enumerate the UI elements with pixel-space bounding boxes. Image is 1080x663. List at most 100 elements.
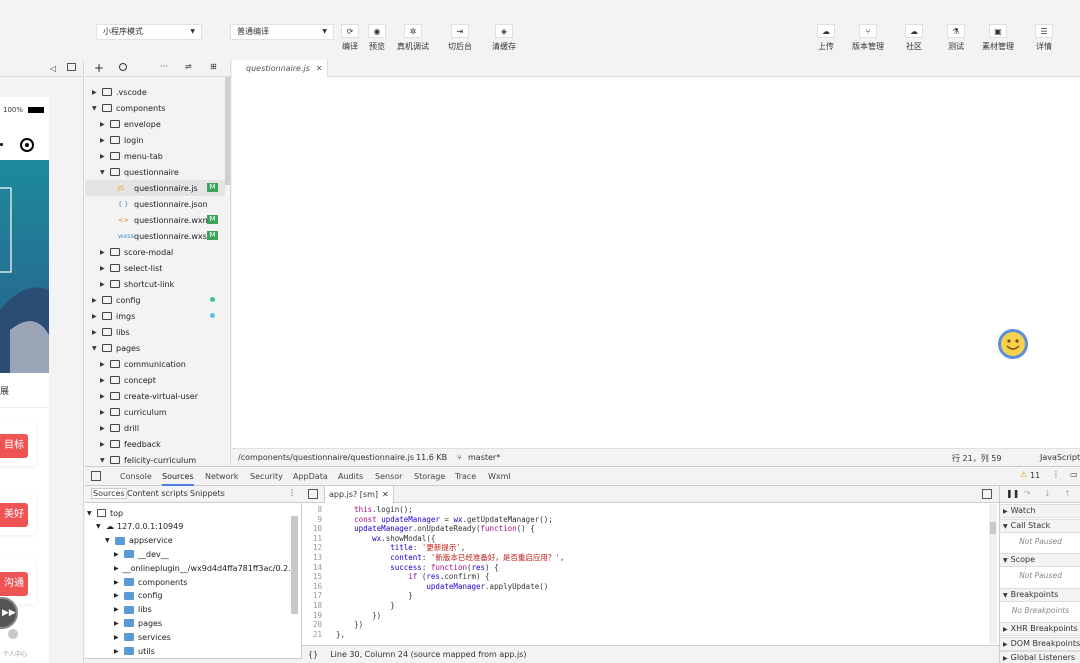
source-tree-item[interactable]: ▶ __onlineplugin__/wx9d4d4ffa781ff3ac/0.2…	[85, 561, 290, 575]
code-line[interactable]: 11 wx.showModal({	[302, 534, 435, 544]
speaker-icon[interactable]: ◁	[50, 64, 56, 73]
devtools-tab-security[interactable]: Security	[250, 467, 283, 486]
code-line[interactable]: 14 success: function(res) {	[302, 563, 499, 573]
tree-item-select-list[interactable]: ▶ select-list	[85, 260, 225, 276]
toolbar-button-4[interactable]: ◈ 清缓存	[486, 24, 522, 54]
step-over-icon[interactable]: ↷	[1024, 489, 1031, 498]
toolbar-right-button-0[interactable]: ☁ 上传	[808, 24, 844, 54]
caret-right-icon[interactable]: ▶	[100, 393, 110, 400]
tree-item-config[interactable]: ▶ config	[85, 292, 225, 308]
caret-right-icon[interactable]: ▶	[92, 313, 102, 320]
debug-section-watch[interactable]: ▶ Watch	[1000, 504, 1080, 518]
sort-icon[interactable]: ⇌	[185, 62, 192, 71]
tree-item-curriculum[interactable]: ▶ curriculum	[85, 404, 225, 420]
toolbar-right-button-1[interactable]: ⑂ 版本管理	[850, 24, 886, 54]
caret-down-icon[interactable]: ▶	[114, 579, 124, 586]
inspect-icon[interactable]	[91, 471, 101, 481]
nice-card[interactable]: 美好	[0, 491, 36, 535]
caret-down-icon[interactable]: ▼	[96, 523, 106, 530]
tree-item-menu-tab[interactable]: ▶ menu-tab	[85, 148, 225, 164]
code-tab-active[interactable]: app.js? [sm] ✕	[324, 486, 394, 503]
explorer-scrollbar[interactable]	[225, 77, 230, 185]
caret-right-icon[interactable]: ▶	[100, 137, 110, 144]
debug-section-scope[interactable]: ▼ Scope	[1000, 553, 1080, 567]
caret-down-icon[interactable]: ▼	[100, 169, 110, 176]
toolbar-button-3[interactable]: ⇥ 切后台	[442, 24, 478, 54]
tree-item-feedback[interactable]: ▶ feedback	[85, 436, 225, 452]
tree-item-pages[interactable]: ▼ pages	[85, 340, 225, 356]
close-icon[interactable]: ✕	[316, 64, 323, 73]
toolbar-button-1[interactable]: ◉ 预览	[359, 24, 395, 54]
caret-right-icon[interactable]: ▶	[100, 281, 110, 288]
code-line[interactable]: 10 updateManager.onUpdateReady(function(…	[302, 524, 535, 534]
sources-subtab-2[interactable]: Snippets	[190, 489, 225, 498]
step-into-icon[interactable]: ↓	[1044, 489, 1051, 498]
line-number[interactable]: 20	[302, 620, 322, 630]
line-number[interactable]: 14	[302, 563, 322, 573]
tree-item-score-modal[interactable]: ▶ score-modal	[85, 244, 225, 260]
source-tree-item[interactable]: ▶ utils	[85, 644, 290, 658]
line-number[interactable]: 19	[302, 611, 322, 621]
pause-icon[interactable]: ❚❚	[1006, 489, 1019, 498]
source-tree-item[interactable]: ▼ ☁ 127.0.0.1:10949	[85, 520, 290, 534]
tree-item-login[interactable]: ▶ login	[85, 132, 225, 148]
devtools-tab-storage[interactable]: Storage	[414, 467, 445, 486]
split-icon[interactable]: ⊞	[210, 62, 217, 71]
tree-item-questionnaire[interactable]: ▼ questionnaire	[85, 164, 225, 180]
line-number[interactable]: 8	[302, 505, 322, 515]
toolbar-right-button-3[interactable]: ⚗ 测试	[938, 24, 974, 54]
devtools-tab-sources[interactable]: Sources	[162, 467, 194, 486]
toggle-navigator-icon[interactable]	[308, 489, 318, 499]
tree-item--vscode[interactable]: ▶ .vscode	[85, 84, 225, 100]
tab-label-profile[interactable]: 个人中心	[3, 649, 27, 658]
code-lines[interactable]: 8 this.login(); 9 const updateManager = w…	[302, 505, 988, 643]
source-tree-item[interactable]: ▶ pages	[85, 616, 290, 630]
warning-count[interactable]: 11	[1030, 471, 1040, 480]
code-line[interactable]: 9 const updateManager = wx.getUpdateMana…	[302, 515, 552, 525]
toolbar-right-button-2[interactable]: ☁ 社区	[896, 24, 932, 54]
caret-down-icon[interactable]: ▶	[114, 648, 124, 655]
status-branch[interactable]: master*	[468, 453, 500, 462]
capsule-menu[interactable]	[0, 137, 49, 159]
source-tree-item[interactable]: ▶ services	[85, 630, 290, 644]
kebab-icon[interactable]: ⋮	[1052, 470, 1060, 479]
caret-right-icon[interactable]: ▶	[92, 329, 102, 336]
tree-item-communication[interactable]: ▶ communication	[85, 356, 225, 372]
code-scrollbar[interactable]	[989, 504, 997, 644]
navigator-hscroll[interactable]	[85, 658, 302, 663]
caret-right-icon[interactable]: ▶	[100, 425, 110, 432]
smiley-icon[interactable]	[996, 327, 1030, 361]
code-line[interactable]: 17 }	[302, 591, 413, 601]
code-line[interactable]: 15 if (res.confirm) {	[302, 572, 490, 582]
tree-item-drill[interactable]: ▶ drill	[85, 420, 225, 436]
dock-icon[interactable]: ▭	[1070, 470, 1078, 479]
tree-item-questionnaire-js[interactable]: JS questionnaire.js	[85, 180, 225, 196]
code-line[interactable]: 20 })	[302, 620, 363, 630]
source-tree-item[interactable]: ▶ components	[85, 575, 290, 589]
mode-select[interactable]: 小程序模式 ▼	[96, 24, 202, 40]
source-tree-item[interactable]: ▶ config	[85, 589, 290, 603]
toggle-debugger-icon[interactable]	[982, 489, 992, 499]
caret-down-icon[interactable]: ▼	[92, 105, 102, 112]
line-number[interactable]: 9	[302, 515, 322, 525]
tree-item-envelope[interactable]: ▶ envelope	[85, 116, 225, 132]
code-editor[interactable]	[232, 77, 1080, 448]
caret-down-icon[interactable]: ▼	[105, 537, 115, 544]
tree-item-concept[interactable]: ▶ concept	[85, 372, 225, 388]
caret-right-icon[interactable]: ▶	[100, 249, 110, 256]
debug-section-breakpoints[interactable]: ▼ Breakpoints	[1000, 587, 1080, 602]
caret-down-icon[interactable]: ▶	[114, 634, 124, 641]
devtools-tab-sensor[interactable]: Sensor	[375, 467, 402, 486]
status-language[interactable]: JavaScript	[1040, 453, 1080, 462]
tree-item-questionnaire-wxml[interactable]: <> questionnaire.wxml	[85, 212, 225, 228]
caret-down-icon[interactable]: ▼	[87, 510, 97, 517]
source-tree-item[interactable]: ▶ libs	[85, 603, 290, 617]
step-out-icon[interactable]: ↑	[1064, 489, 1071, 498]
source-tree-item[interactable]: ▶ __dev__	[85, 547, 290, 561]
debug-section-dom-breakpoints[interactable]: ▶ DOM Breakpoints	[1000, 636, 1080, 651]
caret-down-icon[interactable]: ▼	[100, 457, 110, 464]
caret-right-icon[interactable]: ▶	[100, 441, 110, 448]
line-number[interactable]: 21	[302, 630, 322, 640]
code-line[interactable]: 19 })	[302, 611, 381, 621]
more-icon[interactable]: ···	[160, 62, 168, 71]
